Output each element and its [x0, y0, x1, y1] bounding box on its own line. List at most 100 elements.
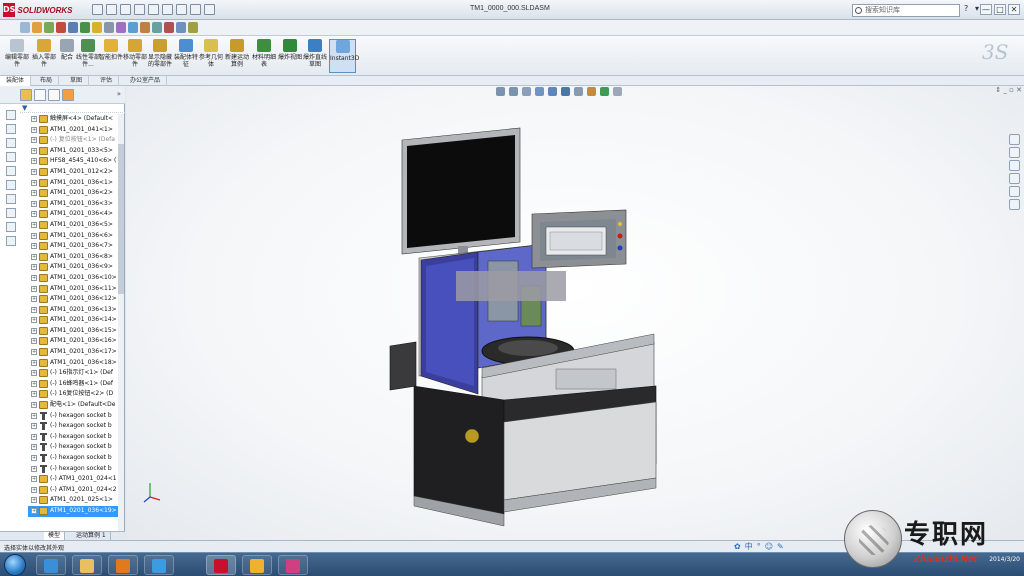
toolbar-icon[interactable] — [68, 22, 78, 33]
explode-line-sketch-button[interactable]: 爆炸直线草图 — [302, 39, 328, 73]
move-component-button[interactable]: 移动零部件 — [122, 39, 148, 73]
maximize-button[interactable]: □ — [994, 4, 1006, 15]
side-tool-icon[interactable] — [6, 194, 16, 204]
toolbar-icon[interactable] — [44, 22, 54, 33]
expand-icon[interactable]: + — [31, 444, 37, 451]
feature-tree-tab-icon[interactable] — [20, 89, 32, 101]
scrollbar-thumb[interactable] — [118, 144, 124, 294]
ime-emoji-icon[interactable]: ☺ — [765, 542, 773, 551]
expand-icon[interactable]: + — [31, 338, 37, 345]
solidworks-logo[interactable]: DS SOLIDWORKS — [3, 3, 73, 17]
expand-icon[interactable]: + — [31, 243, 37, 250]
smart-fastener-button[interactable]: 智能扣件 — [98, 39, 124, 73]
taskbar-app[interactable] — [144, 555, 174, 575]
expand-icon[interactable]: + — [31, 168, 37, 175]
expand-icon[interactable]: + — [31, 349, 37, 356]
expand-icon[interactable]: + — [31, 433, 37, 440]
configuration-manager-tab-icon[interactable] — [48, 89, 60, 101]
toolbar-icon[interactable] — [104, 22, 114, 33]
show-hidden-components-button[interactable]: 显示隐藏的零部件 — [147, 39, 173, 73]
expand-panel-icon[interactable]: » — [117, 90, 121, 98]
expand-icon[interactable]: + — [31, 391, 37, 398]
tab-evaluate[interactable]: 评估 — [94, 76, 120, 86]
toolbar-icon[interactable] — [188, 22, 198, 33]
expand-icon[interactable]: + — [31, 412, 37, 419]
taskbar-ie[interactable] — [36, 555, 66, 575]
toolbar-icon[interactable] — [176, 22, 186, 33]
rebuild-icon[interactable] — [176, 4, 187, 15]
undo-icon[interactable] — [148, 4, 159, 15]
display-manager-tab-icon[interactable] — [62, 89, 74, 101]
tree-item[interactable]: + ATM1_0201_033<5> — [28, 146, 120, 157]
expand-icon[interactable]: + — [31, 232, 37, 239]
reference-geometry-button[interactable]: 参考几何体 — [198, 39, 224, 73]
expand-icon[interactable]: + — [31, 380, 37, 387]
toolbar-icon[interactable] — [152, 22, 162, 33]
tree-scrollbar[interactable] — [118, 114, 124, 534]
taskbar-app[interactable] — [278, 555, 308, 575]
property-manager-tab-icon[interactable] — [34, 89, 46, 101]
tree-item[interactable]: + ATM1_0201_036<2> — [28, 188, 120, 199]
side-tool-icon[interactable] — [6, 124, 16, 134]
tree-item[interactable]: + HFS8_4545_410<6> ( — [28, 156, 120, 167]
select-icon[interactable] — [162, 4, 173, 15]
expand-icon[interactable]: + — [31, 476, 37, 483]
taskbar-media[interactable] — [108, 555, 138, 575]
tree-item[interactable]: + ATM1_0201_041<1> — [28, 125, 120, 136]
tree-filter[interactable]: ▼ — [20, 104, 125, 113]
expand-icon[interactable]: + — [31, 116, 37, 122]
expand-icon[interactable]: + — [31, 497, 37, 504]
expand-icon[interactable]: + — [31, 370, 37, 377]
expand-icon[interactable]: + — [31, 179, 37, 186]
expand-icon[interactable]: + — [31, 137, 37, 144]
expand-icon[interactable]: + — [31, 306, 37, 313]
tree-item[interactable]: + ATM1_0201_036<4> — [28, 209, 120, 220]
expand-icon[interactable]: + — [31, 126, 37, 133]
tree-item[interactable]: + (-) hexagon socket b — [28, 411, 120, 422]
expand-icon[interactable]: + — [31, 486, 37, 493]
exploded-view-button[interactable]: 爆炸视图 — [277, 39, 303, 73]
new-document-icon[interactable] — [92, 4, 103, 15]
expand-icon[interactable]: + — [31, 285, 37, 292]
tree-item[interactable]: + (-) 16蜂鸣器<1> (Def — [28, 379, 120, 390]
close-button[interactable]: ✕ — [1008, 4, 1020, 15]
taskbar-explorer[interactable] — [72, 555, 102, 575]
expand-icon[interactable]: + — [31, 423, 37, 430]
tree-item[interactable]: + (-) ATM1_0201_024<2 — [28, 485, 120, 496]
toolbar-icon[interactable] — [92, 22, 102, 33]
side-tool-icon[interactable] — [6, 222, 16, 232]
minimize-button[interactable]: — — [980, 4, 992, 15]
tree-item[interactable]: + ATM1_0201_036<18> — [28, 358, 120, 369]
tree-item[interactable]: + 触摸屏<4> (Default< — [28, 114, 120, 125]
expand-icon[interactable]: + — [31, 359, 37, 366]
save-icon[interactable] — [120, 4, 131, 15]
tree-item[interactable]: + ATM1_0201_036<16> — [28, 336, 120, 347]
expand-icon[interactable]: + — [31, 507, 37, 514]
tree-item[interactable]: + ATM1_0201_036<10> — [28, 273, 120, 284]
toolbar-icon[interactable] — [164, 22, 174, 33]
system-tray[interactable]: 2014/3/20 — [989, 556, 1020, 564]
expand-icon[interactable]: + — [31, 253, 37, 260]
tab-office-products[interactable]: 办公室产品 — [124, 76, 168, 86]
open-document-icon[interactable] — [106, 4, 117, 15]
toolbar-icon[interactable] — [116, 22, 126, 33]
toolbar-icon[interactable] — [32, 22, 42, 33]
help-icon[interactable]: ? — [964, 4, 973, 15]
new-motion-study-button[interactable]: 新建运动算例 — [224, 39, 250, 73]
toolbar-icon[interactable] — [140, 22, 150, 33]
bill-of-materials-button[interactable]: 材料明细表 — [251, 39, 277, 73]
graphics-area[interactable]: ⇕ _ ▫ ✕ — [126, 86, 1024, 540]
side-tool-icon[interactable] — [6, 166, 16, 176]
expand-icon[interactable]: + — [31, 158, 37, 165]
print-icon[interactable] — [134, 4, 145, 15]
tree-item[interactable]: + 配电<1> (Default<De — [28, 400, 120, 411]
tree-item[interactable]: + ATM1_0201_012<2> — [28, 167, 120, 178]
ime-settings-icon[interactable]: ✎ — [777, 542, 784, 551]
expand-icon[interactable]: + — [31, 465, 37, 472]
side-tool-icon[interactable] — [6, 138, 16, 148]
tree-item[interactable]: + ATM1_0201_036<11> — [28, 284, 120, 295]
toolbar-icon[interactable] — [56, 22, 66, 33]
expand-icon[interactable]: + — [31, 211, 37, 218]
tree-item[interactable]: + ATM1_0201_036<7> — [28, 241, 120, 252]
expand-icon[interactable]: + — [31, 264, 37, 271]
